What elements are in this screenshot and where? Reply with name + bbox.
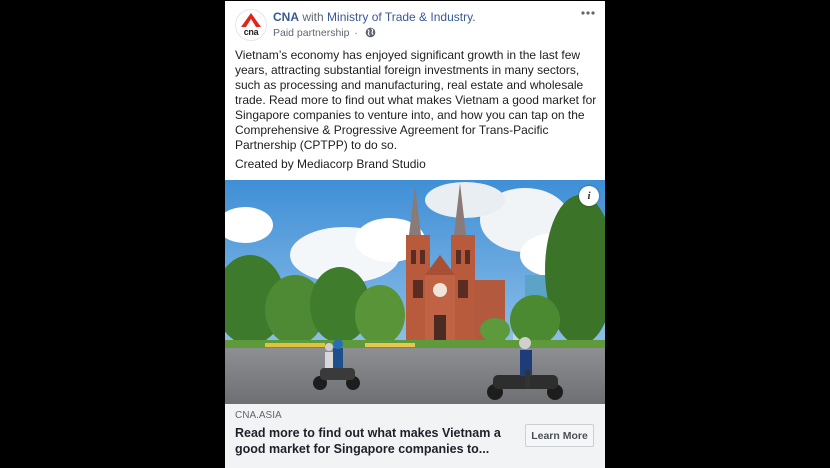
paid-partnership-label[interactable]: Paid partnership [273, 27, 349, 39]
cna-logo-icon [241, 13, 261, 27]
more-options-button[interactable] [579, 6, 597, 18]
post-body-text: Vietnam’s economy has enjoyed significan… [235, 48, 597, 152]
link-headline[interactable]: Read more to find out what makes Vietnam… [235, 425, 517, 457]
post-title-line: CNA with Ministry of Trade & Industry. [273, 10, 476, 25]
logo-text: cna [243, 27, 259, 37]
meta-separator: · [354, 27, 358, 39]
more-options-icon [581, 11, 595, 15]
learn-more-button[interactable]: Learn More [525, 424, 594, 447]
link-preview[interactable]: CNA.ASIA Read more to find out what make… [225, 404, 605, 468]
ad-info-button[interactable]: i [579, 186, 599, 206]
partner-name-link[interactable]: Ministry of Trade & Industry. [327, 10, 476, 24]
with-label: with [302, 10, 324, 24]
credit-text: Created by Mediacorp Brand Studio [235, 157, 426, 171]
globe-icon [365, 27, 376, 38]
page-avatar[interactable]: cna [235, 9, 267, 41]
post-header: cna CNA with Ministry of Trade & Industr… [225, 1, 605, 45]
cathedral-photo [225, 180, 605, 404]
sponsored-post-card: cna CNA with Ministry of Trade & Industr… [225, 1, 605, 468]
post-meta: Paid partnership · [273, 27, 376, 40]
post-image[interactable]: i [225, 180, 605, 404]
link-domain: CNA.ASIA [235, 410, 282, 421]
page-name-link[interactable]: CNA [273, 10, 299, 24]
